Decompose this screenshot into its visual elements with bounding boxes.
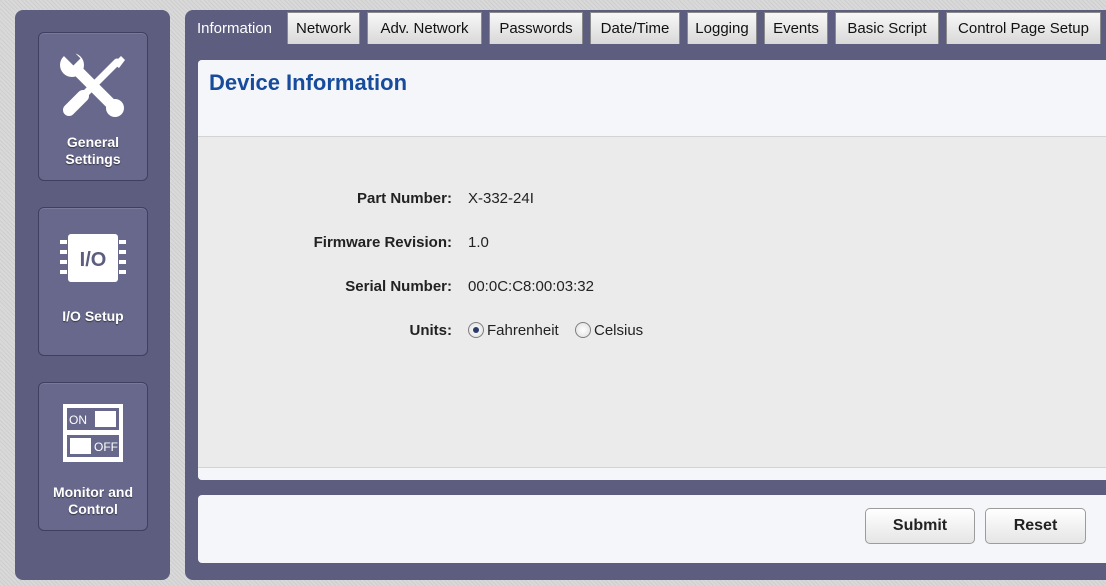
sidebar: General Settings I/O I/O Setup ON OFF Mo… xyxy=(15,10,170,580)
tab-information[interactable]: Information xyxy=(189,12,280,44)
on-off-switch-icon: ON OFF xyxy=(63,404,123,462)
celsius-label: Celsius xyxy=(594,321,644,339)
units-fahrenheit-option[interactable]: Fahrenheit xyxy=(468,320,559,340)
panel-header: Device Information xyxy=(198,60,1106,137)
tab-control-page-setup[interactable]: Control Page Setup xyxy=(946,12,1101,44)
panel-footer xyxy=(198,467,1106,480)
celsius-radio[interactable] xyxy=(575,322,591,338)
tab-basic-script[interactable]: Basic Script xyxy=(835,12,939,44)
fahrenheit-label: Fahrenheit xyxy=(487,321,559,339)
tab-passwords[interactable]: Passwords xyxy=(489,12,583,44)
io-chip-icon: I/O xyxy=(60,234,126,282)
sidebar-item-label: Monitor and xyxy=(52,484,134,500)
tab-date-time[interactable]: Date/Time xyxy=(590,12,680,44)
tab-logging[interactable]: Logging xyxy=(687,12,757,44)
sidebar-item-label: Settings xyxy=(65,151,121,167)
units-celsius-option[interactable]: Celsius xyxy=(575,320,643,340)
io-chip-label: I/O xyxy=(80,249,107,271)
panel-title: Device Information xyxy=(209,70,408,95)
tab-events[interactable]: Events xyxy=(764,12,828,44)
firmware-revision-value: 1.0 xyxy=(468,234,489,251)
tab-network[interactable]: Network xyxy=(287,12,360,44)
sidebar-item-label: General xyxy=(66,134,120,150)
device-information-panel: Device Information Part Number: X-332-24… xyxy=(198,60,1106,480)
part-number-value: X-332-24I xyxy=(468,190,534,207)
sidebar-item-io-setup[interactable]: I/O I/O Setup xyxy=(38,207,148,356)
sidebar-item-label: I/O Setup xyxy=(62,308,124,324)
units-label: Units: xyxy=(409,322,453,339)
submit-button[interactable]: Submit xyxy=(865,508,975,544)
firmware-revision-label: Firmware Revision: xyxy=(313,234,452,251)
action-bar: Submit Reset xyxy=(198,495,1106,563)
fahrenheit-radio[interactable] xyxy=(468,322,484,338)
sidebar-item-monitor-control[interactable]: ON OFF Monitor and Control xyxy=(38,382,148,531)
tab-adv-network[interactable]: Adv. Network xyxy=(367,12,482,44)
serial-number-label: Serial Number: xyxy=(345,278,452,295)
part-number-label: Part Number: xyxy=(356,190,452,207)
sidebar-item-general-settings[interactable]: General Settings xyxy=(38,32,148,181)
serial-number-value: 00:0C:C8:00:03:32 xyxy=(468,278,594,295)
switch-off-label: OFF xyxy=(94,440,118,454)
switch-on-label: ON xyxy=(69,413,87,427)
main-content: Information Network Adv. Network Passwor… xyxy=(185,10,1106,580)
sidebar-item-label: Control xyxy=(68,501,118,517)
reset-button[interactable]: Reset xyxy=(985,508,1086,544)
wrench-screwdriver-icon xyxy=(60,48,125,117)
